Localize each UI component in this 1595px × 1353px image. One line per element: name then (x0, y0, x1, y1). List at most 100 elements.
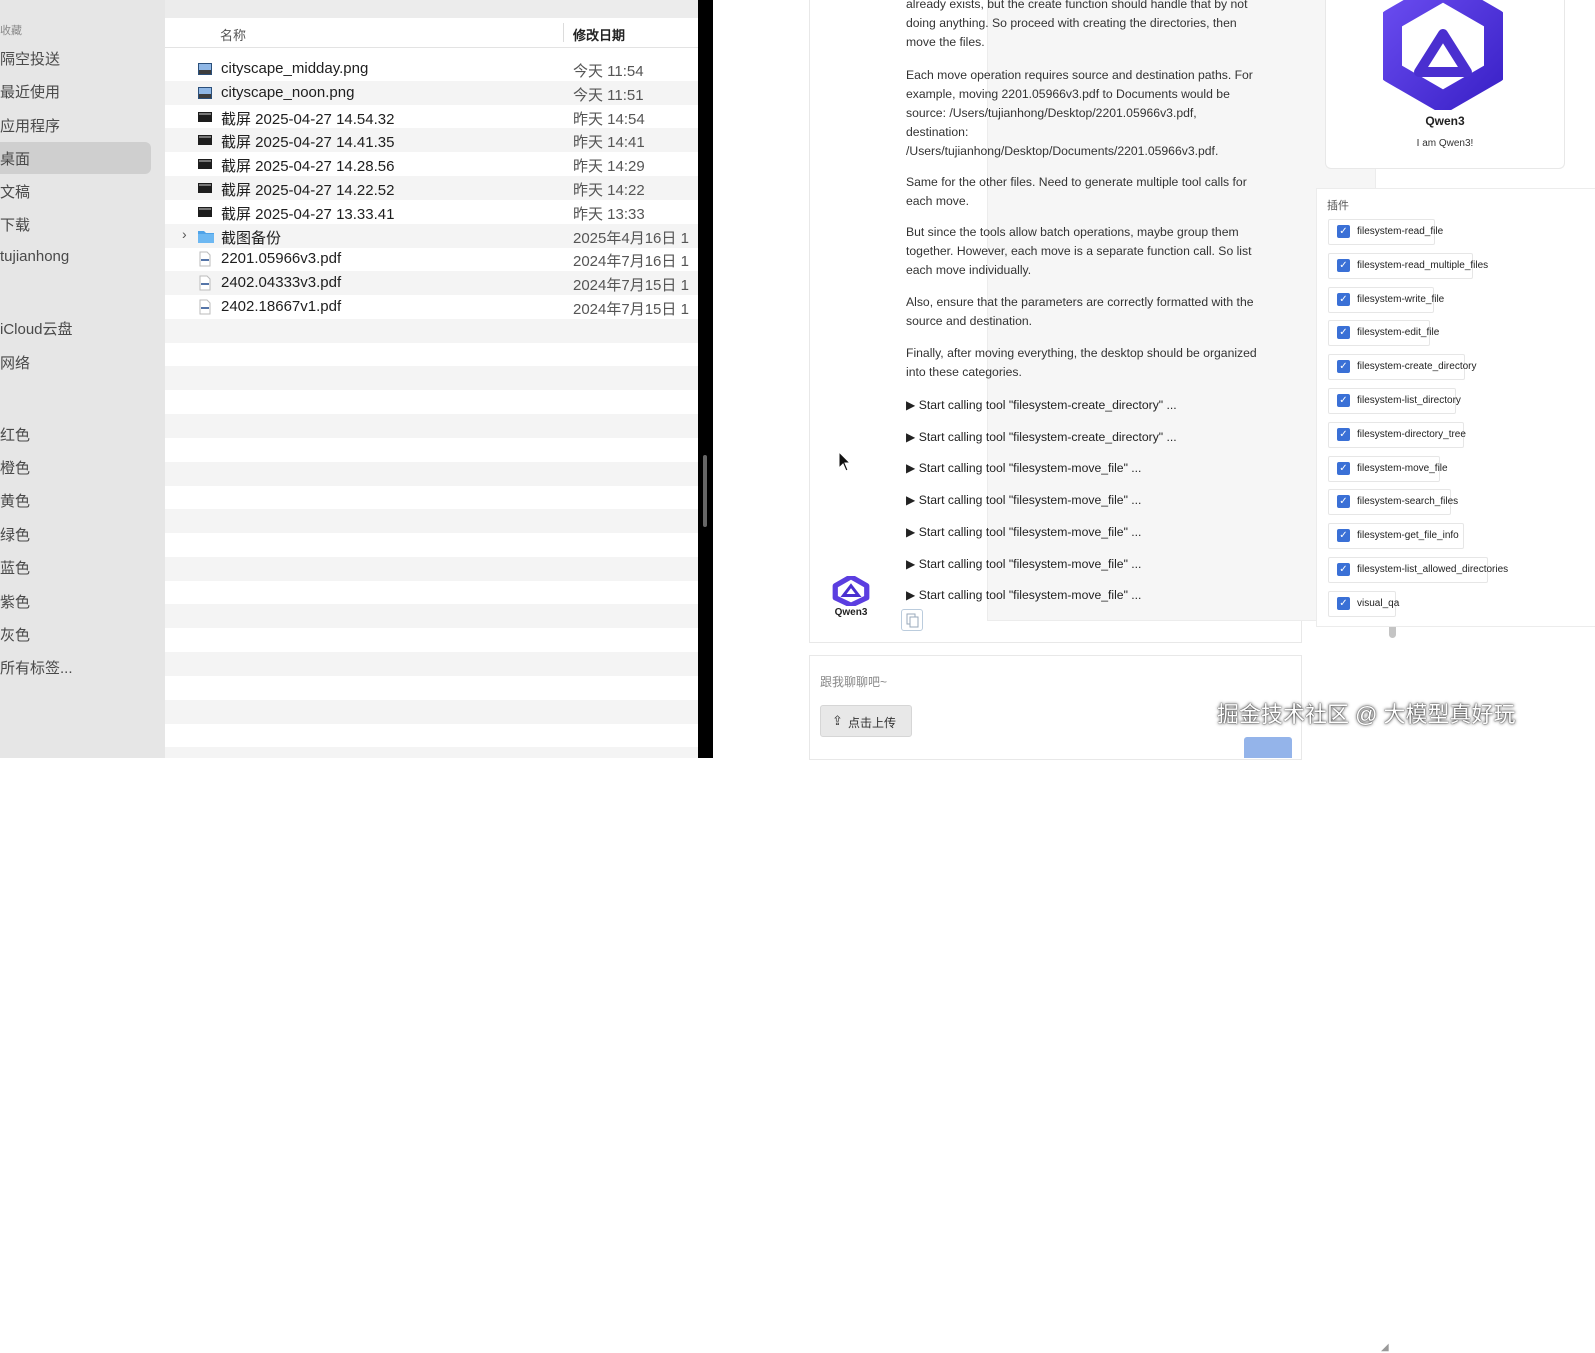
sidebar-tag-blue[interactable]: 蓝色 (0, 557, 30, 578)
file-date: 2024年7月15日 1 (573, 301, 689, 318)
copy-button[interactable] (901, 609, 923, 631)
checkbox-checked-icon[interactable]: ✓ (1337, 326, 1350, 340)
file-name: cityscape_noon.png (221, 83, 355, 101)
chat-input[interactable]: 跟我聊聊吧~ (820, 673, 887, 690)
sidebar-item-desktop[interactable]: 桌面 (0, 148, 30, 169)
file-row[interactable]: 截屏 2025-04-27 14.22.52 昨天 14:22 (165, 176, 698, 200)
tool-call-toggle[interactable]: ▶ Start calling tool "filesystem-create_… (906, 430, 1177, 444)
divider-handle[interactable] (703, 455, 707, 527)
assistant-name: Qwen3 (834, 607, 868, 618)
split-view-divider[interactable] (698, 0, 713, 758)
checkbox-checked-icon[interactable]: ✓ (1337, 360, 1350, 374)
send-button[interactable] (1244, 737, 1292, 758)
row-stripe (165, 723, 698, 747)
file-row[interactable]: 截屏 2025-04-27 13.33.41 昨天 13:33 (165, 200, 698, 224)
sidebar-item-documents[interactable]: 文稿 (0, 181, 30, 202)
checkbox-checked-icon[interactable]: ✓ (1337, 427, 1350, 441)
resize-handle-icon[interactable]: ◢ (1381, 1342, 1389, 1353)
sidebar-tag-orange[interactable]: 橙色 (0, 457, 30, 478)
file-row[interactable]: 截屏 2025-04-27 14.28.56 昨天 14:29 (165, 152, 698, 176)
plugin-checkbox-item[interactable]: ✓ filesystem-search_files (1328, 489, 1458, 516)
mouse-cursor-icon (838, 451, 852, 472)
file-row[interactable]: › 截图备份 2025年4月16日 1 (165, 224, 698, 248)
sidebar-item-applications[interactable]: 应用程序 (0, 115, 60, 136)
tool-call-toggle[interactable]: ▶ Start calling tool "filesystem-move_fi… (906, 525, 1141, 539)
screenshot-icon (197, 204, 213, 220)
disclosure-chevron-icon[interactable]: › (182, 226, 187, 242)
profile-name: Qwen3 (1425, 114, 1465, 128)
plugin-checkbox-item[interactable]: ✓ filesystem-directory_tree (1328, 421, 1466, 448)
plugin-checkbox-item[interactable]: ✓ filesystem-write_file (1328, 286, 1444, 313)
finder-file-list: 名称 修改日期 cityscape_midday.png 今天 11:54 city… (165, 0, 698, 758)
sidebar-tag-purple[interactable]: 紫色 (0, 591, 30, 612)
plugin-checkbox-item[interactable]: ✓ filesystem-list_allowed_directories (1328, 557, 1508, 583)
file-row[interactable]: 2201.05966v3.pdf 2024年7月16日 1 (165, 247, 698, 271)
checkbox-checked-icon[interactable]: ✓ (1337, 563, 1350, 576)
file-row[interactable]: 截屏 2025-04-27 14.54.32 昨天 14:54 (165, 105, 698, 129)
assistant-paragraph: Each move operation requires source and … (906, 68, 1253, 158)
sidebar-favorites-header: 收藏 (0, 25, 22, 37)
file-row[interactable]: cityscape_noon.png 今天 11:51 (165, 81, 698, 105)
sidebar-item-icloud[interactable]: iCloud云盘 (0, 318, 73, 339)
tool-call-toggle[interactable]: ▶ Start calling tool "filesystem-move_fi… (906, 557, 1141, 571)
file-row[interactable]: 截屏 2025-04-27 14.41.35 昨天 14:41 (165, 128, 698, 152)
file-date: 昨天 13:33 (573, 205, 645, 223)
sidebar-all-tags[interactable]: 所有标签... (0, 657, 73, 678)
checkbox-checked-icon[interactable]: ✓ (1337, 495, 1350, 509)
row-stripe (165, 509, 698, 534)
sidebar-item-recents[interactable]: 最近使用 (0, 81, 60, 102)
file-row[interactable]: cityscape_midday.png 今天 11:54 (165, 57, 698, 81)
file-row[interactable]: 2402.04333v3.pdf 2024年7月15日 1 (165, 271, 698, 295)
file-name: 截屏 2025-04-27 14.28.56 (221, 158, 395, 176)
plugin-label: filesystem-create_directory (1357, 361, 1477, 373)
column-separator[interactable] (563, 23, 564, 42)
sidebar-tag-green[interactable]: 绿色 (0, 524, 30, 545)
file-name: 截屏 2025-04-27 14.41.35 (221, 134, 395, 152)
plugin-checkbox-item[interactable]: ✓ filesystem-edit_file (1328, 320, 1439, 347)
plugin-checkbox-item[interactable]: ✓ filesystem-read_multiple_files (1328, 252, 1488, 279)
plugin-checkbox-item[interactable]: ✓ filesystem-create_directory (1328, 354, 1476, 381)
checkbox-checked-icon[interactable]: ✓ (1337, 394, 1350, 407)
watermark-text: 掘金技术社区 @ 大模型真好玩 (1217, 702, 1516, 727)
file-date: 2024年7月15日 1 (573, 277, 689, 295)
plugin-label: filesystem-get_file_info (1357, 530, 1459, 542)
row-stripe (165, 438, 698, 462)
checkbox-checked-icon[interactable]: ✓ (1337, 529, 1350, 543)
file-row[interactable]: 2402.18667v1.pdf 2024年7月15日 1 (165, 295, 698, 319)
checkbox-checked-icon[interactable]: ✓ (1337, 225, 1350, 238)
plugin-checkbox-item[interactable]: ✓ visual_qa (1328, 590, 1399, 617)
row-stripe (165, 747, 698, 758)
sidebar-tag-red[interactable]: 红色 (0, 424, 30, 445)
checkbox-checked-icon[interactable]: ✓ (1337, 461, 1350, 475)
sidebar-item-home[interactable]: tujianhong (0, 248, 69, 265)
upload-button[interactable]: ⇪ 点击上传 (820, 705, 912, 737)
tool-call-toggle[interactable]: ▶ Start calling tool "filesystem-move_fi… (906, 461, 1141, 475)
checkbox-checked-icon[interactable]: ✓ (1337, 292, 1350, 306)
sidebar-item-airdrop[interactable]: 隔空投送 (0, 48, 60, 69)
assistant-paragraph: already exists, but the create function … (906, 0, 1248, 49)
checkbox-checked-icon[interactable]: ✓ (1337, 596, 1350, 610)
column-name-header[interactable]: 名称 (220, 25, 246, 44)
tool-call-toggle[interactable]: ▶ Start calling tool "filesystem-create_… (906, 398, 1177, 412)
assistant-paragraph: But since the tools allow batch operatio… (906, 225, 1252, 277)
checkbox-checked-icon[interactable]: ✓ (1337, 258, 1350, 272)
sidebar-tag-gray[interactable]: 灰色 (0, 624, 30, 645)
plugin-checkbox-item[interactable]: ✓ filesystem-move_file (1328, 455, 1448, 482)
file-date: 昨天 14:41 (573, 134, 645, 152)
file-date: 今天 11:54 (573, 63, 644, 80)
plugin-label: filesystem-write_file (1357, 293, 1445, 305)
plugin-checkbox-item[interactable]: ✓ filesystem-read_file (1328, 219, 1443, 245)
tool-call-toggle[interactable]: ▶ Start calling tool "filesystem-move_fi… (906, 493, 1141, 507)
plugin-checkbox-item[interactable]: ✓ filesystem-list_directory (1328, 388, 1461, 414)
row-stripe (165, 366, 698, 391)
file-name: 2201.05966v3.pdf (221, 250, 342, 268)
sidebar-item-network[interactable]: 网络 (0, 352, 30, 373)
row-stripe (165, 318, 698, 343)
sidebar-item-downloads[interactable]: 下载 (0, 214, 30, 235)
plugin-label: filesystem-read_multiple_files (1357, 259, 1489, 271)
sidebar-tag-yellow[interactable]: 黄色 (0, 490, 30, 511)
column-date-header[interactable]: 修改日期 (573, 25, 625, 44)
plugin-checkbox-item[interactable]: ✓ filesystem-get_file_info (1328, 523, 1464, 550)
tool-call-toggle[interactable]: ▶ Start calling tool "filesystem-move_fi… (906, 588, 1141, 602)
row-stripe (165, 581, 698, 605)
